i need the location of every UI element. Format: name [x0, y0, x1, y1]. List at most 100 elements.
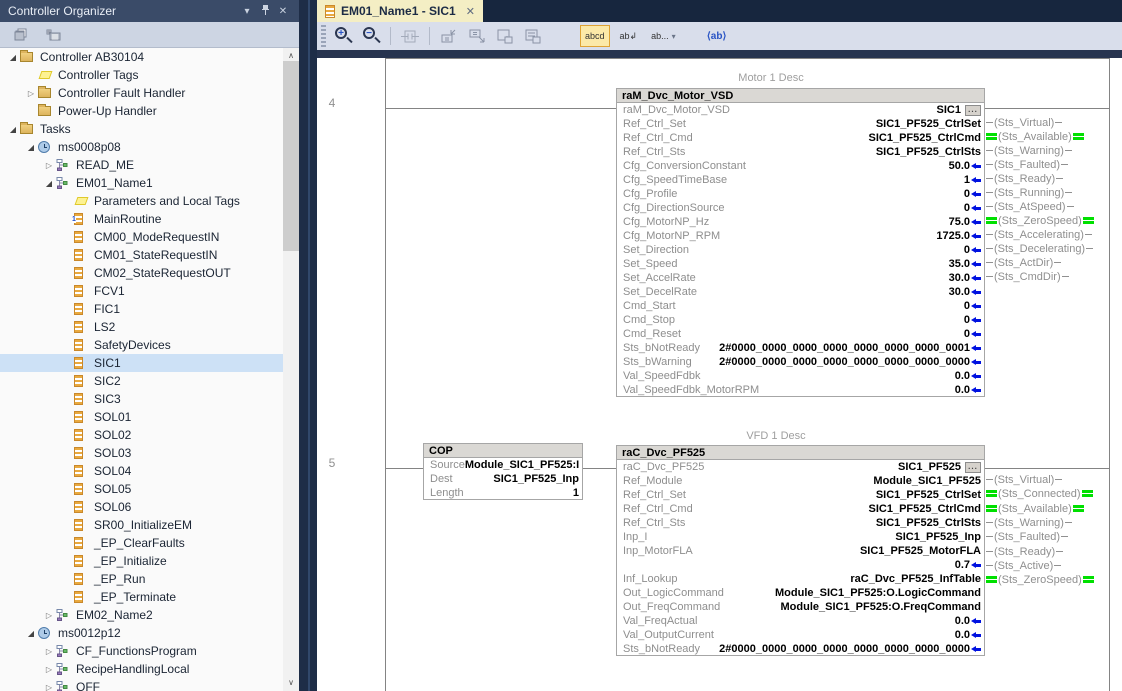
param-value[interactable]: 1: [964, 173, 981, 187]
param-value[interactable]: 0.0: [955, 614, 981, 628]
param-value[interactable]: 75.0: [949, 215, 981, 229]
coil-sts-ready[interactable]: (Sts_Ready): [986, 172, 1063, 185]
block-row-cmd-stop[interactable]: Cmd_Stop0: [617, 313, 984, 327]
param-value[interactable]: 0: [964, 243, 981, 257]
param-value[interactable]: 50.0: [949, 159, 981, 173]
tree-item-read-me[interactable]: ▷READ_ME: [0, 156, 283, 174]
tree-item-safetydevices[interactable]: SafetyDevices: [0, 336, 283, 354]
tree-item-parameters-and-local-tags[interactable]: Parameters and Local Tags: [0, 192, 283, 210]
tree-item-ep-terminate[interactable]: _EP_Terminate: [0, 588, 283, 606]
tree-item-sol05[interactable]: SOL05: [0, 480, 283, 498]
block-row-inp-i[interactable]: Inp_ISIC1_PF525_Inp: [617, 530, 984, 544]
collapsed-arrow-icon[interactable]: ▷: [24, 89, 38, 98]
coil-sts-atspeed[interactable]: (Sts_AtSpeed): [986, 200, 1074, 213]
block-row-ref-ctrl-sts[interactable]: Ref_Ctrl_StsSIC1_PF525_CtrlSts: [617, 145, 984, 159]
param-value[interactable]: 1725.0: [936, 229, 981, 243]
coil-sts-connected[interactable]: (Sts_Connected): [986, 487, 1093, 500]
param-value[interactable]: SIC1_PF525_CtrlSts: [876, 145, 981, 159]
scrollbar-thumb[interactable]: [283, 61, 299, 251]
param-value[interactable]: SIC1_PF525_Inp: [895, 530, 981, 544]
tree-item-sic3[interactable]: SIC3: [0, 390, 283, 408]
tree-item-controller-tags[interactable]: Controller Tags: [0, 66, 283, 84]
tree-item-ms0012p12[interactable]: ◢ms0012p12: [0, 624, 283, 642]
tree-item-sol01[interactable]: SOL01: [0, 408, 283, 426]
param-value[interactable]: 0: [964, 187, 981, 201]
param-value[interactable]: 0.0: [955, 369, 981, 383]
aoi-block-rac-dvc-pf525[interactable]: raC_Dvc_PF525raC_Dvc_PF525SIC1_PF525...R…: [616, 445, 985, 656]
import-rung-icon[interactable]: [438, 25, 460, 47]
param-value[interactable]: 0: [964, 327, 981, 341]
block-row-val-speedfdbk[interactable]: Val_SpeedFdbk0.0: [617, 369, 984, 383]
block-row-out-logiccommand[interactable]: Out_LogicCommandModule_SIC1_PF525:O.Logi…: [617, 586, 984, 600]
param-value[interactable]: 0: [964, 299, 981, 313]
tree-item-tasks[interactable]: ◢Tasks: [0, 120, 283, 138]
coil-sts-available[interactable]: (Sts_Available): [986, 130, 1084, 143]
block-row-cfg-motornp-rpm[interactable]: Cfg_MotorNP_RPM1725.0: [617, 229, 984, 243]
block-row-cfg-profile[interactable]: Cfg_Profile0: [617, 187, 984, 201]
tree-item-fcv1[interactable]: FCV1: [0, 282, 283, 300]
param-value[interactable]: 35.0: [949, 257, 981, 271]
block-row-cmd-start[interactable]: Cmd_Start0: [617, 299, 984, 313]
tab-em01-name1-sic1[interactable]: EM01_Name1 - SIC1 ✕: [317, 0, 483, 22]
block-row-val-freqactual[interactable]: Val_FreqActual0.0: [617, 614, 984, 628]
collapsed-arrow-icon[interactable]: ▷: [42, 161, 56, 170]
coil-sts-running[interactable]: (Sts_Running): [986, 186, 1072, 199]
tree-item-cm00-moderequestin[interactable]: CM00_ModeRequestIN: [0, 228, 283, 246]
block-row-ram-dvc-motor-vsd[interactable]: raM_Dvc_Motor_VSDSIC1...: [617, 103, 984, 117]
tree-item-cm02-staterequestout[interactable]: CM02_StateRequestOUT: [0, 264, 283, 282]
block-row-set-accelrate[interactable]: Set_AccelRate30.0: [617, 271, 984, 285]
tab-close-icon[interactable]: ✕: [462, 5, 475, 18]
rung-number-5[interactable]: 5: [317, 456, 347, 470]
block-row-cfg-directionsource[interactable]: Cfg_DirectionSource0: [617, 201, 984, 215]
aoi-block-ram-dvc-motor-vsd[interactable]: raM_Dvc_Motor_VSDraM_Dvc_Motor_VSDSIC1..…: [616, 88, 985, 397]
expanded-arrow-icon[interactable]: ◢: [24, 629, 38, 638]
delete-branch-icon[interactable]: [522, 25, 544, 47]
browse-button[interactable]: ...: [965, 462, 981, 473]
param-value[interactable]: SIC1...: [937, 103, 981, 117]
block-row-sts-bnotready[interactable]: Sts_bNotReady2#0000_0000_0000_0000_0000_…: [617, 341, 984, 355]
tree-item-recipehandlinglocal[interactable]: ▷RecipeHandlingLocal: [0, 660, 283, 678]
block-row-set-speed[interactable]: Set_Speed35.0: [617, 257, 984, 271]
param-value[interactable]: 30.0: [949, 285, 981, 299]
coil-sts-warning[interactable]: (Sts_Warning): [986, 144, 1072, 157]
panel-splitter[interactable]: [299, 0, 317, 691]
param-value[interactable]: 2#0000_0000_0000_0000_0000_0000_0000_000…: [719, 642, 981, 656]
coil-sts-decelerating[interactable]: (Sts_Decelerating): [986, 242, 1093, 255]
cop-instruction-block[interactable]: COPSourceModule_SIC1_PF525:IDestSIC1_PF5…: [423, 443, 583, 500]
block-row-ref-ctrl-cmd[interactable]: Ref_Ctrl_CmdSIC1_PF525_CtrlCmd: [617, 131, 984, 145]
tree-item-off[interactable]: ▷OFF: [0, 678, 283, 691]
close-icon[interactable]: ✕: [274, 6, 292, 17]
param-value[interactable]: SIC1_PF525_CtrlSts: [876, 516, 981, 530]
param-value[interactable]: Module_SIC1_PF525: [873, 474, 981, 488]
tree-item-cm01-staterequestin[interactable]: CM01_StateRequestIN: [0, 246, 283, 264]
block-row-val-outputcurrent[interactable]: Val_OutputCurrent0.0: [617, 628, 984, 642]
tree-item-ls2[interactable]: LS2: [0, 318, 283, 336]
toggle-tag-display-button[interactable]: ⟨ab⟩: [706, 25, 728, 47]
truncate-operand-button[interactable]: ab... ▾: [647, 25, 680, 47]
collapsed-arrow-icon[interactable]: ▷: [42, 647, 56, 656]
param-value[interactable]: SIC1_PF525_CtrlCmd: [869, 502, 982, 516]
param-value[interactable]: 1: [573, 486, 579, 500]
tree-item-sol06[interactable]: SOL06: [0, 498, 283, 516]
coil-sts-faulted[interactable]: (Sts_Faulted): [986, 530, 1068, 543]
block-row-cfg-speedtimebase[interactable]: Cfg_SpeedTimeBase1: [617, 173, 984, 187]
block-row-inf-lookup[interactable]: Inf_LookupraC_Dvc_PF525_InfTable: [617, 572, 984, 586]
param-value[interactable]: 0.0: [955, 628, 981, 642]
param-value[interactable]: raC_Dvc_PF525_InfTable: [850, 572, 981, 586]
tree-item-ep-clearfaults[interactable]: _EP_ClearFaults: [0, 534, 283, 552]
zoom-out-icon[interactable]: −: [360, 25, 382, 47]
tree-item-sol02[interactable]: SOL02: [0, 426, 283, 444]
collapsed-arrow-icon[interactable]: ▷: [42, 611, 56, 620]
tree-item-sic1[interactable]: SIC1: [0, 354, 283, 372]
block-row-ref-ctrl-sts[interactable]: Ref_Ctrl_StsSIC1_PF525_CtrlSts: [617, 516, 984, 530]
stacked-pages-icon[interactable]: [10, 24, 32, 46]
param-value[interactable]: Module_SIC1_PF525:O.LogicCommand: [775, 586, 981, 600]
tree-item-cf-functionsprogram[interactable]: ▷CF_FunctionsProgram: [0, 642, 283, 660]
tree-item-power-up-handler[interactable]: Power-Up Handler: [0, 102, 283, 120]
block-row-cfg-conversionconstant[interactable]: Cfg_ConversionConstant50.0: [617, 159, 984, 173]
tree-item-ep-run[interactable]: _EP_Run: [0, 570, 283, 588]
add-list-icon[interactable]: [42, 24, 64, 46]
block-row-ref-ctrl-set[interactable]: Ref_Ctrl_SetSIC1_PF525_CtrlSet: [617, 117, 984, 131]
param-value[interactable]: 2#0000_0000_0000_0000_0000_0000_0000_000…: [719, 341, 981, 355]
delete-rung-icon[interactable]: [494, 25, 516, 47]
